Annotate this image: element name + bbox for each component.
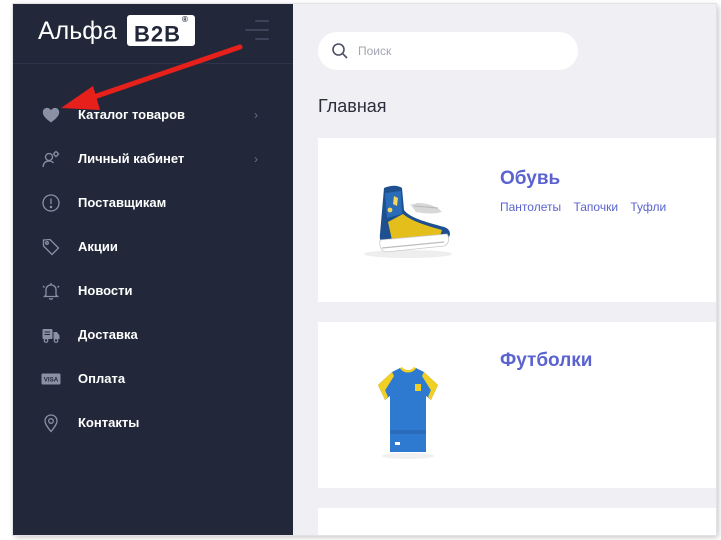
sidebar-item-label: Доставка xyxy=(78,327,138,342)
search-input[interactable] xyxy=(358,32,568,70)
brand-badge-text: B2B xyxy=(134,21,182,47)
sidebar-item-promotions[interactable]: Акции xyxy=(13,225,293,269)
sidebar-item-catalog[interactable]: Каталог товаров › xyxy=(13,93,293,137)
sidebar-item-payment[interactable]: VISA Оплата xyxy=(13,357,293,401)
menu-line-icon xyxy=(245,29,269,31)
brand-name[interactable]: Альфа xyxy=(38,16,117,46)
logo-row: Альфа B2B® xyxy=(13,4,293,64)
sidebar: Альфа B2B® Каталог товаров › Личный каби… xyxy=(13,4,293,535)
sidebar-item-label: Личный кабинет xyxy=(78,151,185,166)
page-title: Главная xyxy=(318,96,387,116)
chevron-right-icon: › xyxy=(254,108,258,122)
menu-line-icon xyxy=(255,38,269,40)
sidebar-item-news[interactable]: Новости xyxy=(13,269,293,313)
tshirt-image[interactable] xyxy=(358,352,458,462)
subcategory-links: Пантолеты Тапочки Туфли xyxy=(500,200,675,214)
sidebar-item-label: Контакты xyxy=(78,415,140,430)
bell-icon xyxy=(41,281,61,301)
location-pin-icon xyxy=(41,413,61,433)
sidebar-item-label: Новости xyxy=(78,283,133,298)
menu-line-icon xyxy=(255,20,269,22)
sidebar-item-account[interactable]: Личный кабинет › xyxy=(13,137,293,181)
category-card-tshirts[interactable]: Футболки xyxy=(318,322,716,488)
sidebar-item-label: Оплата xyxy=(78,371,126,386)
sidebar-item-delivery[interactable]: Доставка xyxy=(13,313,293,357)
brand-badge[interactable]: B2B® xyxy=(127,15,195,46)
sidebar-item-label: Акции xyxy=(78,239,118,254)
chevron-right-icon: › xyxy=(254,152,258,166)
category-card-partial[interactable] xyxy=(318,508,716,535)
app-window: Альфа B2B® Каталог товаров › Личный каби… xyxy=(13,4,716,535)
subcategory-link[interactable]: Тапочки xyxy=(573,200,618,214)
alert-circle-icon xyxy=(41,193,61,213)
category-card-shoes[interactable]: Обувь Пантолеты Тапочки Туфли xyxy=(318,138,716,302)
sneaker-image[interactable] xyxy=(358,168,458,278)
svg-text:VISA: VISA xyxy=(44,377,59,384)
menu-toggle-button[interactable] xyxy=(239,18,271,44)
search-icon[interactable] xyxy=(331,42,349,60)
registered-mark: ® xyxy=(182,15,188,24)
subcategory-link[interactable]: Пантолеты xyxy=(500,200,561,214)
heart-icon xyxy=(41,105,61,125)
sidebar-nav: Каталог товаров › Личный кабинет › Поста… xyxy=(13,93,293,445)
visa-card-icon: VISA xyxy=(41,369,61,389)
sidebar-item-suppliers[interactable]: Поставщикам xyxy=(13,181,293,225)
sidebar-item-label: Поставщикам xyxy=(78,195,167,210)
category-title[interactable]: Футболки xyxy=(500,350,592,372)
subcategory-link[interactable]: Туфли xyxy=(630,200,666,214)
sidebar-item-label: Каталог товаров xyxy=(78,107,186,122)
sidebar-item-contacts[interactable]: Контакты xyxy=(13,401,293,445)
search-bar xyxy=(318,32,578,70)
tag-icon xyxy=(41,237,61,257)
user-settings-icon xyxy=(41,149,61,169)
category-title[interactable]: Обувь xyxy=(500,168,560,190)
truck-icon xyxy=(41,325,61,345)
